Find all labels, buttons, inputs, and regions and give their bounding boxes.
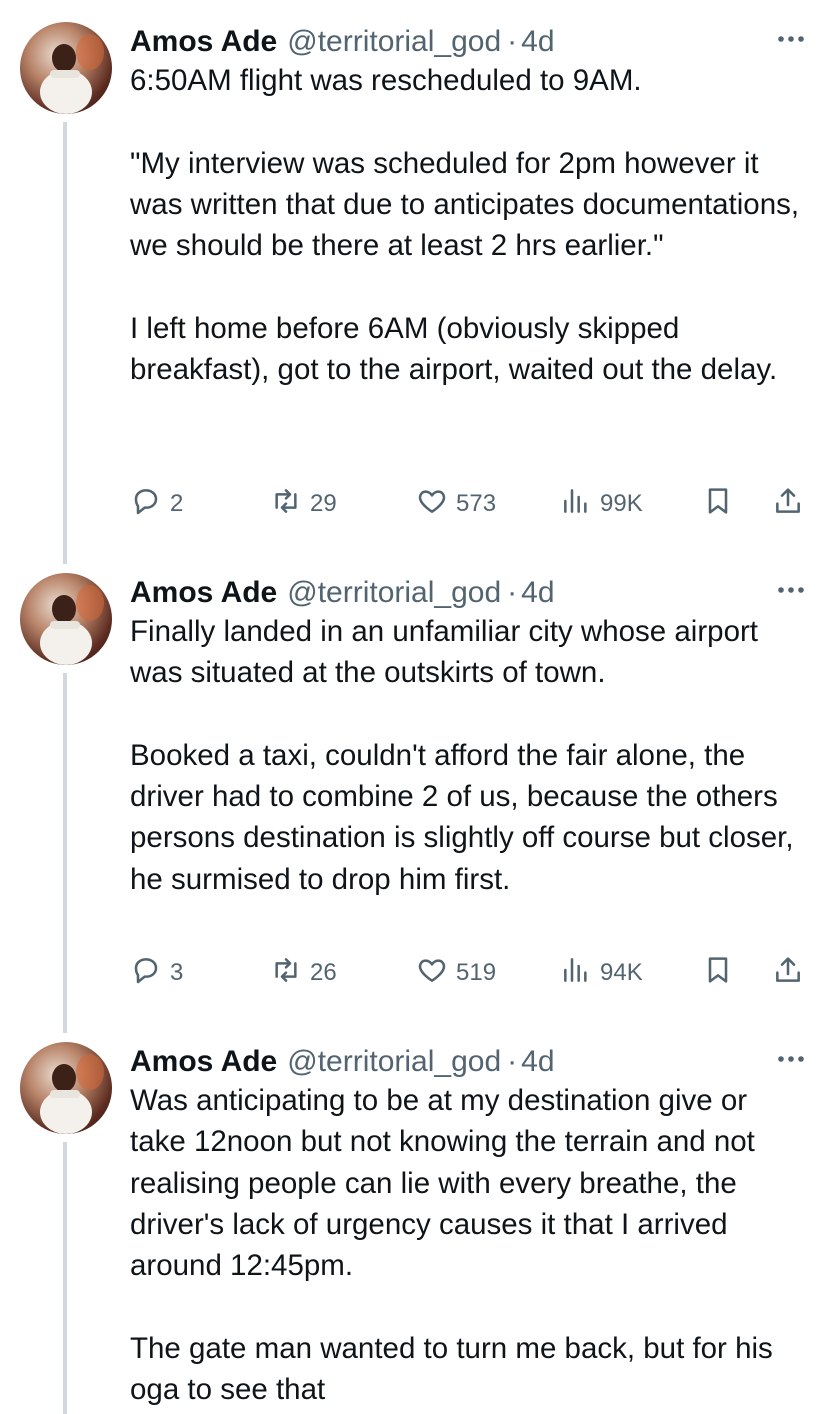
tweet-paragraph: "My interview was scheduled for 2pm howe…	[130, 146, 800, 263]
tweet-paragraph: 6:50AM flight was rescheduled to 9AM.	[130, 64, 642, 97]
tweet-paragraph: Finally landed in an unfamiliar city who…	[130, 615, 758, 690]
bookmark-button[interactable]	[702, 486, 734, 522]
views-icon	[560, 485, 592, 524]
tweet-text: 6:50AM flight was rescheduled to 9AM. "M…	[130, 60, 810, 390]
author-handle[interactable]: @territorial_god	[287, 25, 501, 59]
repost-count: 26	[310, 959, 337, 986]
tweet-text: Was anticipating to be at my destination…	[130, 1080, 810, 1410]
author-name[interactable]: Amos Ade	[130, 576, 277, 610]
repost-icon	[270, 954, 302, 993]
avatar[interactable]	[20, 573, 112, 665]
like-count: 519	[456, 959, 497, 986]
bookmark-icon	[702, 954, 734, 993]
repost-button[interactable]: 26	[270, 955, 337, 991]
separator-dot: ·	[507, 25, 518, 58]
views-count: 94K	[600, 959, 643, 986]
reply-icon	[130, 485, 162, 524]
heart-icon	[416, 485, 448, 524]
views-count: 99K	[600, 490, 643, 517]
like-button[interactable]: 573	[416, 486, 496, 522]
timestamp[interactable]: 4d	[521, 576, 554, 610]
more-dots-icon[interactable]	[776, 575, 806, 605]
timestamp[interactable]: 4d	[521, 1045, 554, 1079]
views-button[interactable]: 99K	[560, 486, 643, 522]
tweet-paragraph: Booked a taxi, couldn't afford the fair …	[130, 738, 794, 896]
thread-line	[63, 122, 67, 564]
thread-line	[63, 1142, 67, 1414]
share-icon	[772, 485, 804, 524]
separator-dot: ·	[507, 1045, 518, 1078]
share-button[interactable]	[772, 955, 804, 991]
repost-button[interactable]: 29	[270, 486, 337, 522]
heart-icon	[416, 954, 448, 993]
author-handle[interactable]: @territorial_god	[287, 1045, 501, 1079]
reply-icon	[130, 954, 162, 993]
avatar[interactable]	[20, 1042, 112, 1134]
author-name[interactable]: Amos Ade	[130, 1045, 277, 1079]
tweet-paragraph: The gate man wanted to turn me back, but…	[130, 1331, 773, 1407]
tweet-paragraph: Was anticipating to be at my destination…	[130, 1084, 755, 1283]
tweet-actions: 2 29 573 99K	[130, 486, 810, 522]
reply-count: 2	[170, 490, 184, 517]
separator-dot: ·	[507, 576, 518, 609]
share-button[interactable]	[772, 486, 804, 522]
more-dots-icon[interactable]	[776, 1044, 806, 1074]
like-button[interactable]: 519	[416, 955, 496, 991]
bookmark-icon	[702, 485, 734, 524]
views-button[interactable]: 94K	[560, 955, 643, 991]
share-icon	[772, 954, 804, 993]
thread-line	[63, 673, 67, 1033]
reply-button[interactable]: 3	[130, 955, 183, 991]
author-name[interactable]: Amos Ade	[130, 25, 277, 59]
timestamp[interactable]: 4d	[521, 25, 554, 59]
tweet-actions: 3 26 519 94K	[130, 955, 810, 991]
tweet-paragraph: I left home before 6AM (obviously skippe…	[130, 311, 778, 387]
repost-count: 29	[310, 490, 337, 517]
reply-count: 3	[170, 959, 184, 986]
views-icon	[560, 954, 592, 993]
repost-icon	[270, 485, 302, 524]
more-dots-icon[interactable]	[776, 24, 806, 54]
avatar[interactable]	[20, 22, 112, 114]
like-count: 573	[456, 490, 497, 517]
author-handle[interactable]: @territorial_god	[287, 576, 501, 610]
tweet-text: Finally landed in an unfamiliar city who…	[130, 611, 810, 900]
reply-button[interactable]: 2	[130, 486, 183, 522]
bookmark-button[interactable]	[702, 955, 734, 991]
